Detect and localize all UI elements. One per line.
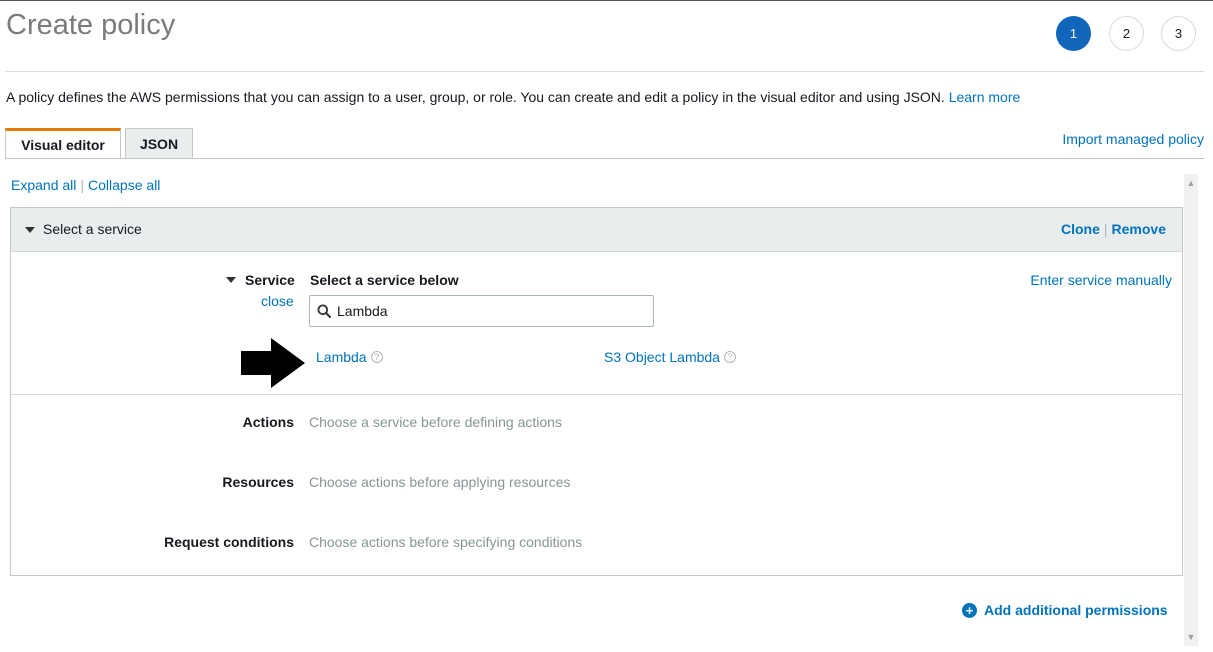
service-caret-down-icon[interactable] [226,277,236,283]
collapse-all-link[interactable]: Collapse all [88,177,160,193]
search-icon [317,304,331,318]
service-heading: Select a service below [310,272,459,288]
intro-text: A policy defines the AWS permissions tha… [6,89,945,105]
service-permission-panel: Select a service Clone | Remove Service cl… [10,207,1183,576]
page-title: Create policy [6,9,176,41]
resources-label: Resources [222,474,294,490]
service-search-input[interactable]: Lambda [309,295,654,327]
panel-header[interactable]: Select a service Clone | Remove [11,208,1182,252]
vertical-scrollbar[interactable] [1184,174,1198,646]
service-result-s3-object-lambda: S3 Object Lambda ? [604,349,736,365]
resources-value: Choose actions before applying resources [309,474,571,490]
close-service-link[interactable]: close [261,293,294,309]
service-result-lambda: Lambda ? [316,349,383,365]
pointer-arrow-icon [241,338,305,388]
plus-circle-icon: + [962,602,977,618]
help-icon[interactable]: ? [723,351,736,363]
request-conditions-label: Request conditions [164,534,294,550]
actions-label: Actions [242,414,294,430]
search-value: Lambda [337,303,388,319]
panel-title: Select a service [43,221,142,237]
scroll-down-arrow-icon[interactable]: ▼ [1184,630,1198,644]
step-3-indicator: 3 [1161,16,1196,51]
add-additional-permissions-button[interactable]: + Add additional permissions [962,602,1168,618]
service-divider [11,394,1182,395]
service-result-lambda-link[interactable]: Lambda [316,349,367,365]
step-2-indicator: 2 [1109,16,1144,51]
caret-down-icon[interactable] [25,227,35,233]
enter-service-manually-link[interactable]: Enter service manually [1030,272,1172,288]
top-border [0,0,1213,1]
expand-all-link[interactable]: Expand all [11,177,76,193]
toolbar-separator: | [80,177,85,193]
scroll-up-arrow-icon[interactable]: ▲ [1184,176,1198,190]
actions-value: Choose a service before defining actions [309,414,562,430]
remove-button[interactable]: Remove [1112,221,1166,237]
add-permissions-label: Add additional permissions [984,602,1168,618]
intro-paragraph: A policy defines the AWS permissions tha… [6,89,1020,105]
tab-visual-editor[interactable]: Visual editor [5,128,121,159]
help-icon[interactable]: ? [370,351,383,363]
actions-separator: | [1103,221,1108,237]
title-divider [5,71,1204,72]
panel-actions: Clone | Remove [1061,221,1166,237]
tab-json[interactable]: JSON [125,128,193,158]
request-conditions-value: Choose actions before specifying conditi… [309,534,583,550]
tab-divider [5,158,1204,159]
service-result-s3-object-lambda-link[interactable]: S3 Object Lambda [604,349,720,365]
step-1-indicator: 1 [1056,16,1091,51]
learn-more-link[interactable]: Learn more [949,89,1021,105]
expand-collapse-toolbar: Expand all | Collapse all [11,177,160,193]
service-label: Service [245,272,295,288]
import-managed-policy-link[interactable]: Import managed policy [1062,131,1204,147]
clone-button[interactable]: Clone [1061,221,1100,237]
